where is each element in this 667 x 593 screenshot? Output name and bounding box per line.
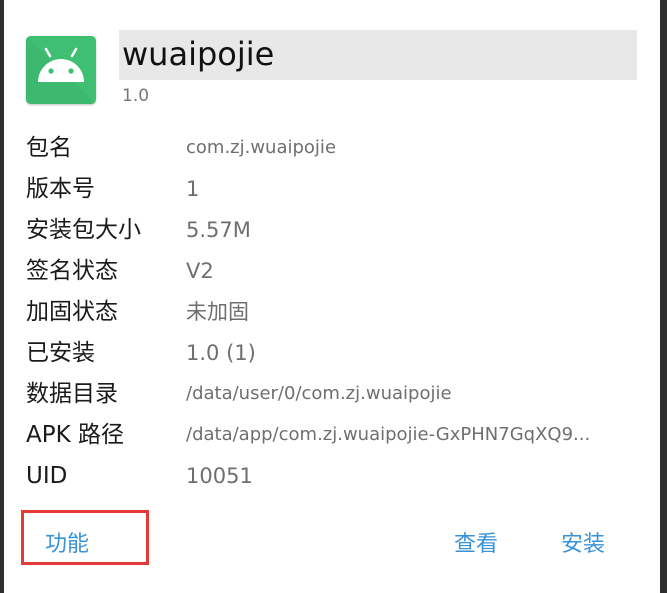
install-button[interactable]: 安装 xyxy=(561,528,605,562)
info-label: APK 路径 xyxy=(26,422,124,448)
info-row-uid: UID 10051 xyxy=(26,459,646,500)
info-row-package-size: 安装包大小 5.57M xyxy=(26,213,646,254)
info-label: 安装包大小 xyxy=(26,217,141,243)
function-button[interactable]: 功能 xyxy=(45,528,89,562)
app-version: 1.0 xyxy=(122,86,150,106)
android-icon xyxy=(26,36,96,104)
info-row-apk-path: APK 路径 /data/app/com.zj.wuaipojie-GxPHN7… xyxy=(26,418,646,459)
app-name: wuaipojie xyxy=(122,35,275,73)
info-value: 10051 xyxy=(186,464,253,488)
info-label: 版本号 xyxy=(26,176,95,202)
info-value: /data/app/com.zj.wuaipojie-GxPHN7GqXQ9..… xyxy=(186,424,591,445)
info-value: com.zj.wuaipojie xyxy=(186,137,337,158)
info-row-installed: 已安装 1.0 (1) xyxy=(26,336,646,377)
info-label: 已安装 xyxy=(26,340,95,366)
app-info-dialog: wuaipojie 1.0 包名 com.zj.wuaipojie 版本号 1 … xyxy=(4,0,660,593)
info-label: 包名 xyxy=(26,135,72,161)
info-value: V2 xyxy=(186,259,214,283)
info-label: 签名状态 xyxy=(26,258,118,284)
info-label: 数据目录 xyxy=(26,381,118,407)
info-value: 1 xyxy=(186,177,200,201)
info-label: UID xyxy=(26,463,68,489)
info-row-package: 包名 com.zj.wuaipojie xyxy=(26,131,646,172)
info-value: 1.0 (1) xyxy=(186,341,256,365)
info-label: 加固状态 xyxy=(26,299,118,325)
info-row-version-code: 版本号 1 xyxy=(26,172,646,213)
info-row-signature: 签名状态 V2 xyxy=(26,254,646,295)
window-frame-right xyxy=(660,0,667,593)
info-row-hardening: 加固状态 未加固 xyxy=(26,295,646,336)
info-value: 未加固 xyxy=(186,300,249,324)
info-row-data-dir: 数据目录 /data/user/0/com.zj.wuaipojie xyxy=(26,377,646,418)
info-value: /data/user/0/com.zj.wuaipojie xyxy=(186,383,452,404)
info-value: 5.57M xyxy=(186,218,251,242)
view-button[interactable]: 查看 xyxy=(454,528,498,562)
